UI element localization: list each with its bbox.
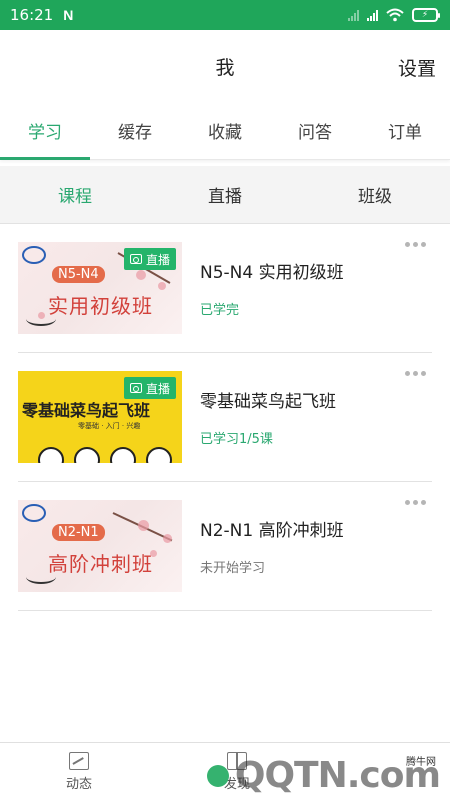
watermark-logo-icon [206,764,229,787]
course-thumbnail[interactable]: 零基础菜鸟起飞班 零基础 · 入门 · 兴趣 直播 [18,371,182,463]
school-logo-icon [22,246,46,264]
notification-icon: N [63,7,74,23]
course-list: N5-N4 实用初级班 直播 N5-N4 实用初级班 已学完 零基础菜鸟起飞班 … [0,224,450,611]
watermark-text: QQTN.com [234,755,441,796]
more-options-icon[interactable] [405,500,426,505]
blossom-decoration [138,520,149,531]
cartoon-character-icon [110,447,136,463]
live-badge: 直播 [123,248,176,270]
nav-item-feed[interactable]: 动态 [0,743,158,800]
tab-study[interactable]: 学习 [0,102,90,160]
course-status: 未开始学习 [200,561,266,576]
wifi-icon [386,8,404,22]
subtab-live[interactable]: 直播 [150,166,300,223]
live-badge: 直播 [123,377,176,399]
camera-icon [129,254,142,264]
course-thumbnail[interactable]: N5-N4 实用初级班 直播 [18,242,182,334]
watermark: QQTN.com [206,755,441,796]
tab-cache[interactable]: 缓存 [90,102,180,159]
school-logo-icon [22,504,46,522]
course-info: N2-N1 高阶冲刺班 未开始学习 [200,516,432,576]
thumb-level-tag: N5-N4 [52,266,105,283]
thumb-title: 零基础菜鸟起飞班 [22,401,151,420]
course-name: N5-N4 实用初级班 [200,263,344,283]
cellular-signal-icon-2 [367,9,378,21]
cartoon-character-icon [74,447,100,463]
page-header: 我 设置 [0,30,450,102]
course-item[interactable]: N5-N4 实用初级班 直播 N5-N4 实用初级班 已学完 [18,224,432,353]
course-name: 零基础菜鸟起飞班 [200,392,336,412]
course-info: N5-N4 实用初级班 已学完 [200,258,432,318]
camera-icon [129,383,142,393]
crane-decoration [26,570,56,584]
course-item[interactable]: N2-N1 高阶冲刺班 N2-N1 高阶冲刺班 未开始学习 [18,482,432,611]
course-status: 已学完 [200,303,240,318]
subtab-classes[interactable]: 班级 [300,166,450,223]
blossom-decoration [136,270,146,280]
blossom-decoration [163,534,172,543]
course-thumbnail[interactable]: N2-N1 高阶冲刺班 [18,500,182,592]
tab-favorites[interactable]: 收藏 [180,102,270,159]
live-badge-label: 直播 [145,252,170,267]
more-options-icon[interactable] [405,371,426,376]
live-badge-label: 直播 [145,381,170,396]
crane-decoration [26,312,56,326]
tab-qa[interactable]: 问答 [270,102,360,159]
status-left: 16:21 N [10,6,73,24]
course-status: 已学习1/5课 [200,432,273,447]
settings-button[interactable]: 设置 [398,54,436,81]
course-info: 零基础菜鸟起飞班 已学习1/5课 [200,387,432,447]
tab-orders[interactable]: 订单 [360,102,450,159]
thumb-title: 高阶冲刺班 [48,552,153,576]
battery-charging-glyph: ⚡ [421,9,429,20]
chart-icon [69,751,89,770]
subtab-courses[interactable]: 课程 [0,166,150,223]
sub-tabs: 课程 直播 班级 [0,166,450,224]
course-item[interactable]: 零基础菜鸟起飞班 零基础 · 入门 · 兴趣 直播 零基础菜鸟起飞班 已学习1/… [18,353,432,482]
main-tabs: 学习 缓存 收藏 问答 订单 [0,102,450,160]
cellular-signal-icon [348,9,359,21]
page-title: 我 [215,56,235,79]
more-options-icon[interactable] [405,242,426,247]
thumb-level-tag: N2-N1 [52,524,105,541]
blossom-decoration [158,282,166,290]
course-name: N2-N1 高阶冲刺班 [200,521,344,541]
thumb-subtitle: 零基础 · 入门 · 兴趣 [78,422,141,430]
cartoon-character-icon [146,447,172,463]
status-right: ⚡ [348,8,440,22]
thumb-title: 实用初级班 [48,294,153,318]
status-time: 16:21 [10,6,54,24]
status-bar: 16:21 N ⚡ [0,0,450,30]
nav-label: 动态 [65,776,92,792]
battery-icon: ⚡ [412,8,440,22]
cartoon-character-icon [38,447,64,463]
